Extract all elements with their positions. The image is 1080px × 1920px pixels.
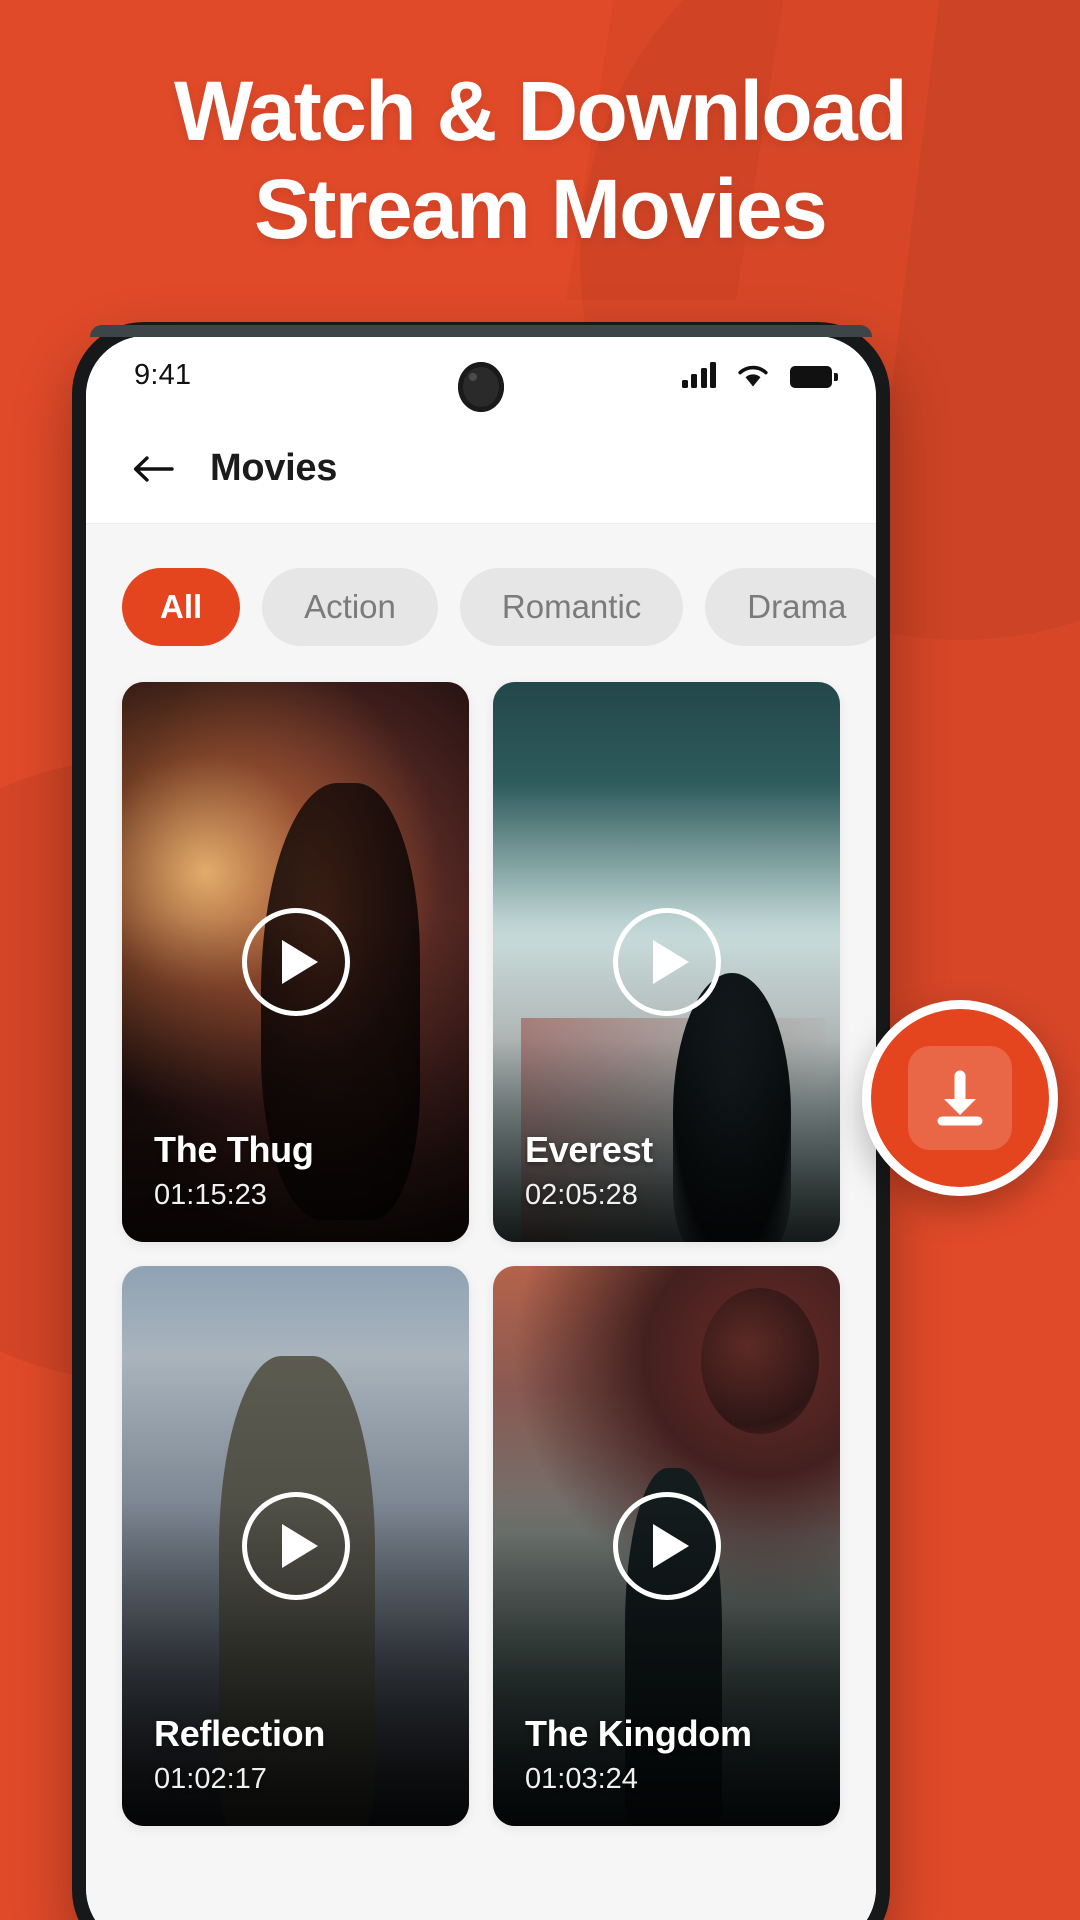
promo-headline: Watch & Download Stream Movies [0,62,1080,259]
movies-content: All Action Romantic Drama Thriller The T… [86,524,876,1920]
genre-filter-chips[interactable]: All Action Romantic Drama Thriller [86,524,876,676]
movie-duration: 01:02:17 [154,1763,267,1795]
chip-romantic[interactable]: Romantic [459,568,684,646]
movie-meta: Reflection 01:02:17 [154,1713,449,1796]
movie-card[interactable]: The Kingdom 01:03:24 [493,1266,840,1826]
movie-card[interactable]: Reflection 01:02:17 [122,1266,469,1826]
movie-title: The Thug [154,1129,314,1170]
battery-icon [790,366,838,388]
headline-line-1: Watch & Download [174,64,908,158]
movie-grid: The Thug 01:15:23 Everest 02:05:28 Refle… [86,676,876,1826]
status-icons [681,362,838,388]
movie-meta: Everest 02:05:28 [525,1129,820,1212]
chip-all[interactable]: All [122,568,241,646]
page-title: Movies [210,447,338,489]
movie-meta: The Thug 01:15:23 [154,1129,449,1212]
status-bar: 9:41 [86,336,876,414]
movie-title: Everest [525,1129,653,1170]
phone-bezel-highlight [90,325,872,337]
chip-drama[interactable]: Drama [705,568,876,646]
play-icon[interactable] [612,908,721,1016]
play-icon[interactable] [241,908,350,1016]
status-time: 9:41 [134,358,192,391]
chip-action[interactable]: Action [262,568,438,646]
movie-title: Reflection [154,1713,326,1754]
movie-title: The Kingdom [525,1713,752,1754]
movie-duration: 01:03:24 [525,1763,638,1795]
movie-meta: The Kingdom 01:03:24 [525,1713,820,1796]
download-icon [908,1046,1012,1150]
cellular-signal-icon [681,362,716,388]
wifi-icon [736,362,770,388]
back-arrow-icon[interactable] [130,446,176,492]
movie-card[interactable]: Everest 02:05:28 [493,682,840,1242]
play-icon[interactable] [241,1492,350,1600]
movie-card[interactable]: The Thug 01:15:23 [122,682,469,1242]
headline-line-2: Stream Movies [253,162,828,257]
phone-screen: 9:41 Movies All Action Romantic Drama Th… [86,336,876,1920]
movie-duration: 01:15:23 [154,1179,267,1211]
download-button[interactable] [862,1000,1058,1196]
phone-mockup: 9:41 Movies All Action Romantic Drama Th… [72,322,890,1920]
front-camera-punch-hole [458,362,504,412]
movie-duration: 02:05:28 [525,1179,638,1211]
play-icon[interactable] [612,1492,721,1600]
app-bar: Movies [86,414,876,524]
